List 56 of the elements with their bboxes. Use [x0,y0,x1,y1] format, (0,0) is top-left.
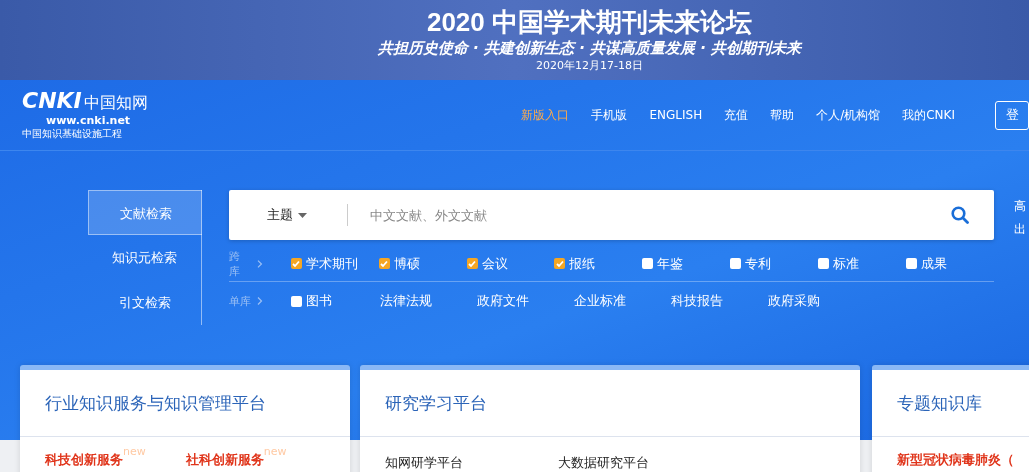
database-checkbox[interactable]: 年鉴 [642,254,731,273]
database-checkbox[interactable]: 会议 [466,254,555,273]
banner-date: 2020年12月17-18日 [536,58,643,74]
database-checkbox[interactable]: 专利 [730,254,819,273]
database-checkbox[interactable]: 报纸 [554,254,643,273]
card-title: 行业知识服务与知识管理平台 [20,370,350,437]
card-link[interactable]: 社科创新服务 [185,451,264,469]
row-label: 单库 [229,293,251,309]
database-link[interactable]: 法律法规 [380,292,477,310]
card-link[interactable]: 大数据研究平台 [558,454,649,472]
logo-mark[interactable]: CNKI [22,89,82,112]
nav-link[interactable]: 我的CNKI [902,106,955,124]
side-link[interactable]: 出 [1014,221,1026,238]
new-label: new [263,445,287,458]
new-label: new [123,445,146,460]
card-title: 专题知识库 [872,370,1029,437]
check-icon [467,258,477,269]
search-tab[interactable]: 引文检索 [88,280,201,325]
scope-dropdown[interactable]: 主题 [267,206,347,224]
nav-link[interactable]: 充值 [724,106,749,124]
database-checkbox[interactable]: 标准 [818,254,907,273]
banner-slogan: 共担历史使命 · 共建创新生态 · 共谋高质量发展 · 共创期刊未来 [377,38,802,58]
check-icon [379,258,390,269]
chevron-icon [257,297,263,305]
database-link[interactable]: 科技报告 [671,292,768,310]
card-link[interactable]: 知网研学平台 [385,454,463,472]
database-link[interactable]: 企业标准 [574,292,671,310]
search-tab[interactable]: 知识元检索 [88,235,201,280]
search-tab[interactable]: 文献检索 [88,190,202,235]
database-checkbox[interactable]: 学术期刊 [290,254,379,273]
chevron-icon [256,259,263,268]
login-button[interactable]: 登 [995,100,1029,130]
nav-link[interactable]: 帮助 [770,106,795,124]
card-link[interactable]: 科技创新服务 [45,451,123,469]
search-icon[interactable] [951,206,969,224]
nav-link[interactable]: 新版入口 [521,106,570,124]
side-link[interactable]: 高 [1014,198,1026,215]
search-field[interactable]: 主题 中文文献、外文文献 [229,190,994,240]
nav-link[interactable]: 手机版 [591,106,628,124]
database-checkbox[interactable]: 博硕 [378,254,467,273]
database-link[interactable]: 政府采购 [768,292,865,310]
card-link[interactable]: 新型冠状病毒肺炎（ [897,451,1014,469]
logo-name: 中国知网 [83,92,148,114]
caret-icon [298,212,307,218]
banner-title: 2020 中国学术期刊未来论坛 [426,6,753,38]
card-title: 研究学习平台 [360,370,860,437]
nav-link[interactable]: 个人/机构馆 [816,106,881,124]
logo-url: www.cnki.net [45,113,132,127]
logo-tagline: 中国知识基础设施工程 [22,126,123,141]
check-icon [554,258,565,269]
nav-link[interactable]: ENGLISH [649,108,703,122]
check-icon [291,258,302,269]
database-checkbox[interactable]: 图书 [291,292,380,310]
database-checkbox[interactable]: 成果 [906,254,995,273]
row-label: 跨库 [229,248,241,279]
database-link[interactable]: 政府文件 [477,292,574,310]
